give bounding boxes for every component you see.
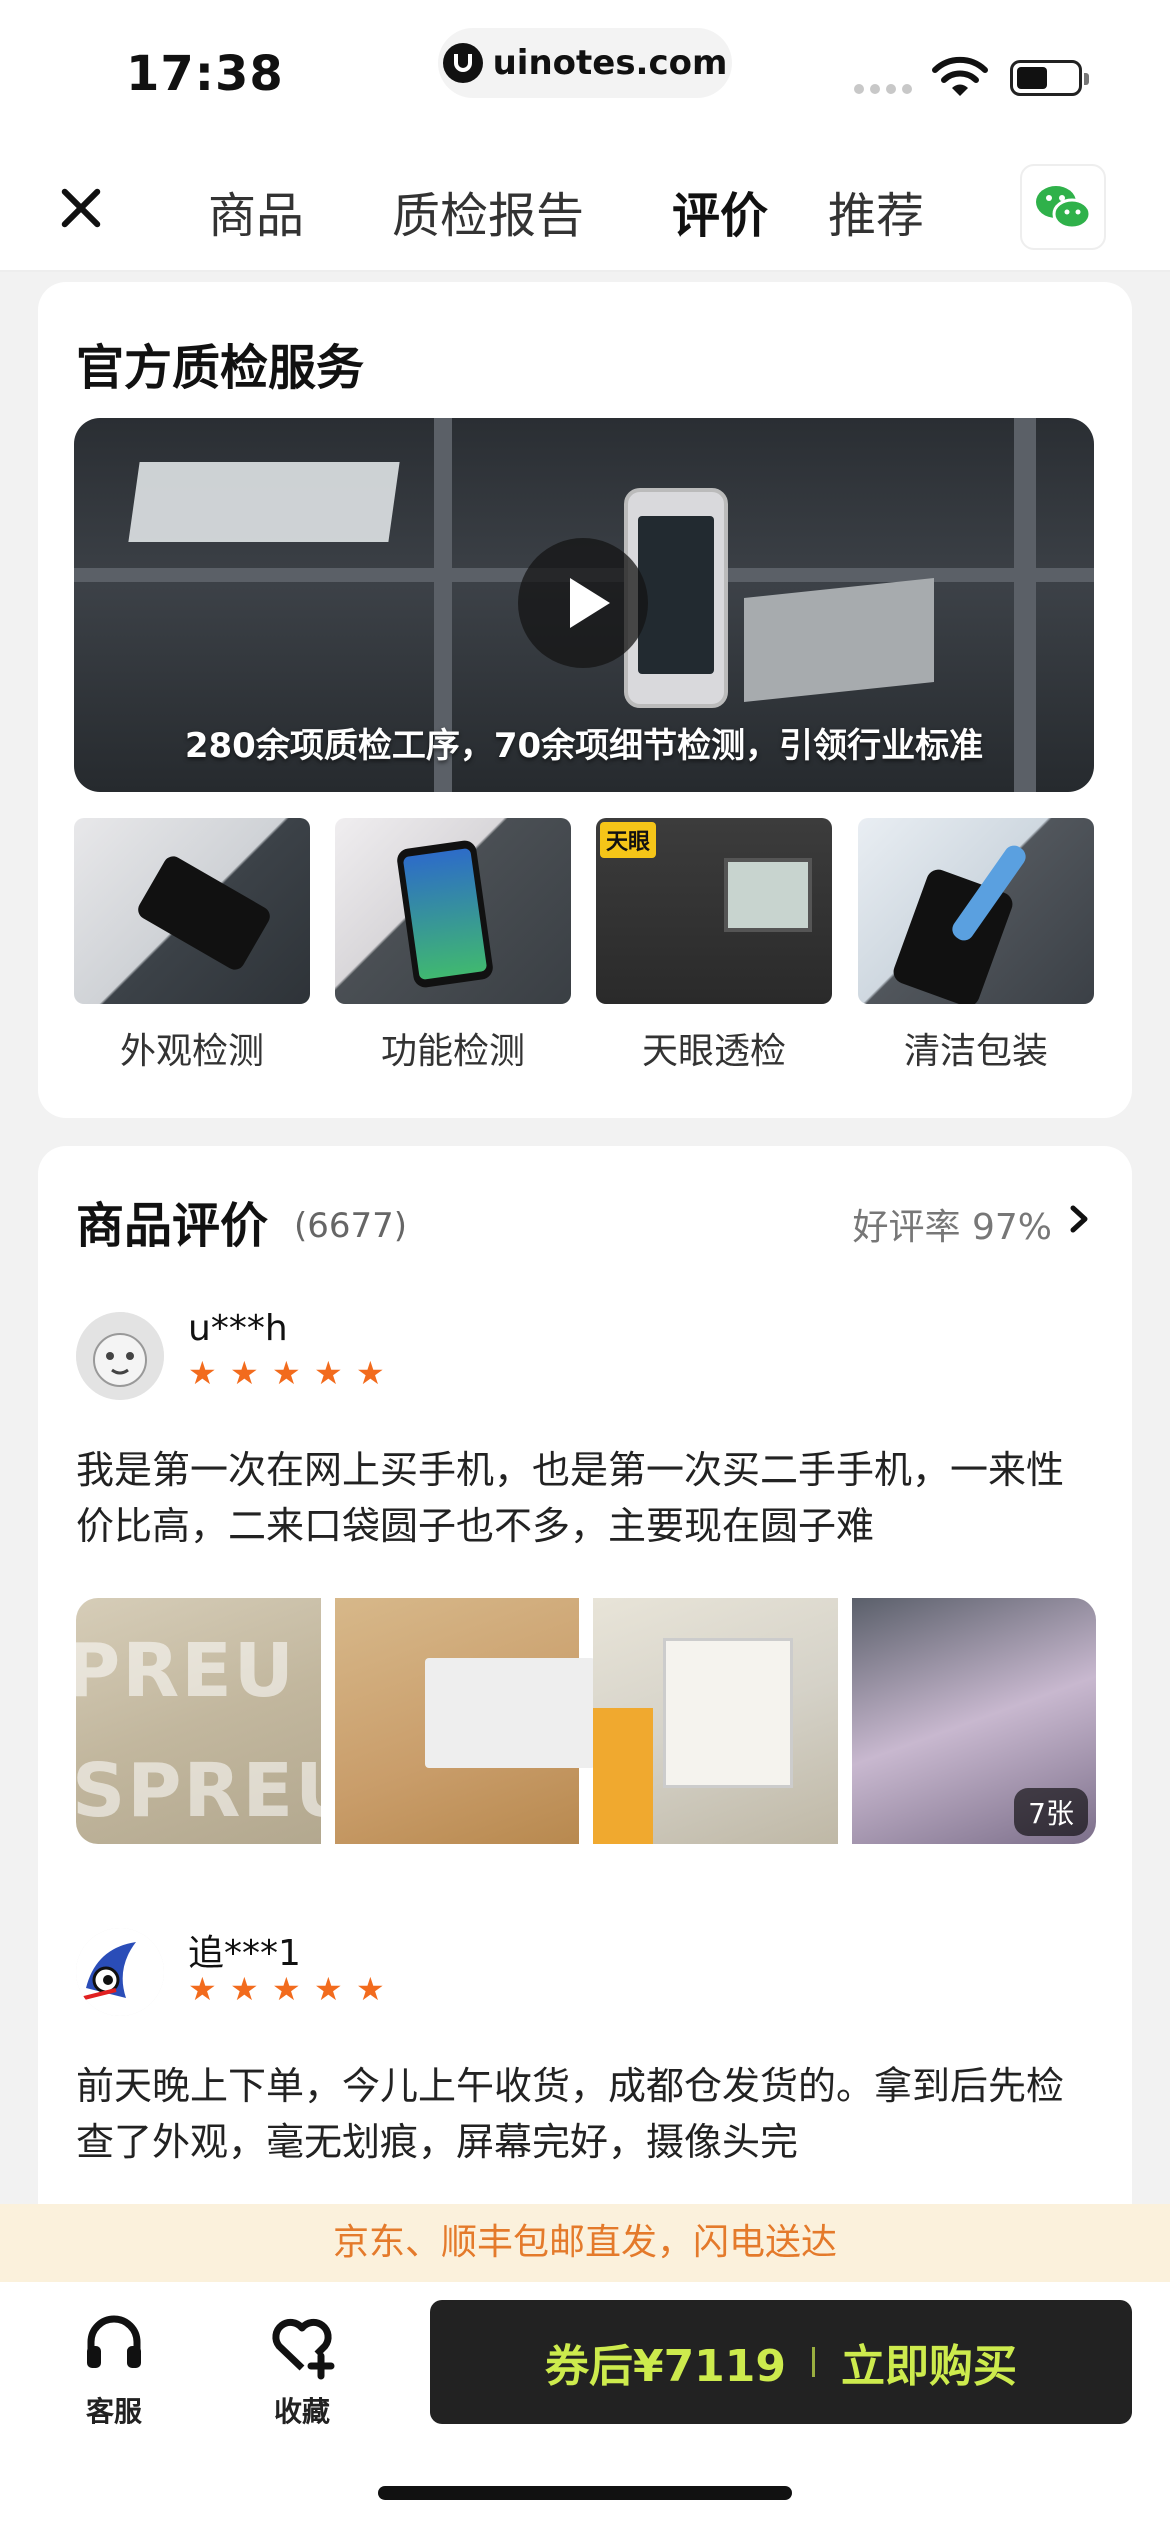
photo-count-badge: 7张: [1014, 1788, 1088, 1836]
star-icon: ★: [188, 1354, 217, 1392]
review-text[interactable]: 前天晚上下单，今儿上午收货，成都仓发货的。拿到后先检查了外观，毫无划痕，屏幕完好…: [76, 2058, 1096, 2170]
heart-plus-icon: [272, 2318, 335, 2380]
tianyan-badge: 天眼: [600, 822, 657, 858]
review-photo[interactable]: [334, 1598, 595, 1844]
star-icon: ★: [356, 1354, 385, 1392]
review-photos: PREU SPREU 7张: [76, 1598, 1096, 1844]
review-photo[interactable]: [593, 1598, 838, 1844]
star-icon: ★: [272, 1970, 301, 2008]
qc-thumb-image: [335, 818, 571, 1004]
qc-thumb-image: [74, 818, 310, 1004]
avatar[interactable]: [76, 1312, 164, 1400]
buy-price: 券后¥7119: [544, 2341, 787, 2392]
url-text: uinotes.com: [492, 43, 728, 83]
favorite-button[interactable]: 收藏: [242, 2310, 362, 2430]
tab-product[interactable]: 商品: [208, 176, 304, 246]
qc-item-function[interactable]: 功能检测: [335, 818, 571, 1074]
shipping-banner: 京东、顺丰包邮直发，闪电送达: [0, 2204, 1170, 2282]
wifi-icon: [932, 56, 988, 96]
close-icon[interactable]: [52, 180, 108, 236]
tab-qc-report[interactable]: 质检报告: [392, 176, 584, 246]
qc-item-label: 外观检测: [119, 1031, 264, 1072]
review-photo[interactable]: 7张: [851, 1598, 1096, 1844]
qc-section-title: 官方质检服务: [76, 340, 365, 396]
qc-item-label: 功能检测: [380, 1031, 525, 1072]
qc-item-appearance[interactable]: 外观检测: [74, 818, 310, 1074]
star-icon: ★: [188, 1970, 217, 2008]
star-rating: ★ ★ ★ ★ ★: [188, 1970, 386, 2008]
cellular-signal-icon: [854, 84, 912, 94]
star-icon: ★: [356, 1970, 385, 2008]
favorite-label: 收藏: [273, 2395, 330, 2428]
reviews-title: 商品评价: [76, 1198, 269, 1254]
positive-rate[interactable]: 好评率 97%: [853, 1198, 1052, 1250]
qc-thumb-image: [858, 818, 1094, 1004]
review-text[interactable]: 我是第一次在网上买手机，也是第一次买二手手机，一来性价比高，二来口袋圆子也不多，…: [76, 1442, 1096, 1554]
tab-recommend[interactable]: 推荐: [828, 176, 924, 246]
tab-reviews[interactable]: 评价: [666, 176, 775, 246]
buy-action-label: 立即购买: [841, 2341, 1018, 2392]
top-nav: 商品 质检报告 评价 推荐: [0, 140, 1170, 272]
review-username: 追***1: [188, 1933, 301, 1974]
qc-item-label: 天眼透检: [641, 1031, 786, 1072]
review-item: 追***1 ★ ★ ★ ★ ★ 前天晚上下单，今儿上午收货，成都仓发货的。拿到后…: [76, 1928, 1096, 2228]
buy-now-button[interactable]: 券后¥7119 立即购买: [430, 2300, 1132, 2424]
wechat-icon: [1036, 186, 1092, 230]
qc-item-cleaning[interactable]: 清洁包装: [858, 818, 1094, 1074]
review-photo[interactable]: PREU SPREU: [76, 1598, 355, 1844]
play-button-icon[interactable]: [518, 538, 648, 668]
buy-divider: [812, 2347, 816, 2377]
star-icon: ★: [230, 1970, 259, 2008]
battery-icon: [1010, 60, 1089, 96]
wechat-share-button[interactable]: [1020, 164, 1106, 250]
qc-thumb-image: 天眼: [596, 818, 832, 1004]
video-caption: 280余项质检工序，70余项细节检测，引领行业标准: [184, 726, 984, 766]
qc-service-card: 官方质检服务 280余项质检工序，70余项细节检测，引领行业标准 外观检测 功能…: [38, 282, 1132, 1118]
customer-service-button[interactable]: 客服: [54, 2310, 174, 2430]
status-time: 17:38: [126, 46, 284, 102]
star-icon: ★: [272, 1354, 301, 1392]
star-rating: ★ ★ ★ ★ ★: [188, 1354, 386, 1392]
reviews-card: 商品评价 (6677) 好评率 97% u***h ★ ★ ★ ★ ★ 我是第一…: [38, 1146, 1132, 2246]
star-icon: ★: [314, 1970, 343, 2008]
headset-icon: [87, 2315, 141, 2368]
chevron-right-icon[interactable]: [1064, 1204, 1094, 1234]
star-icon: ★: [314, 1354, 343, 1392]
home-indicator[interactable]: [378, 2486, 792, 2500]
review-item: u***h ★ ★ ★ ★ ★ 我是第一次在网上买手机，也是第一次买二手手机，一…: [76, 1308, 1096, 1872]
customer-service-label: 客服: [85, 2395, 142, 2428]
site-logo-icon: [442, 43, 483, 83]
status-bar: 17:38 uinotes.com: [0, 0, 1170, 140]
qc-video[interactable]: 280余项质检工序，70余项细节检测，引领行业标准: [74, 418, 1094, 792]
reviews-count: (6677): [294, 1206, 408, 1246]
url-pill[interactable]: uinotes.com: [438, 28, 732, 98]
star-icon: ★: [230, 1354, 259, 1392]
tab-reviews-label: 评价: [672, 188, 769, 244]
avatar[interactable]: [76, 1928, 164, 2016]
qc-item-label: 清洁包装: [903, 1031, 1048, 1072]
qc-item-xray[interactable]: 天眼 天眼透检: [596, 818, 832, 1074]
review-username: u***h: [188, 1308, 288, 1349]
video-ceiling-light: [128, 462, 400, 542]
video-plate: [744, 578, 934, 702]
